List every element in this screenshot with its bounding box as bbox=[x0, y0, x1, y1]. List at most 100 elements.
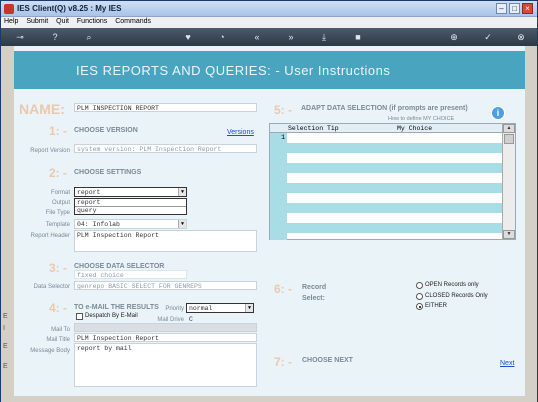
maximize-button[interactable]: □ bbox=[509, 3, 520, 14]
template-value: 04: Infolab bbox=[77, 221, 120, 228]
main-content: IES REPORTS AND QUERIES: - User Instruct… bbox=[14, 46, 525, 396]
table-row[interactable] bbox=[287, 163, 503, 173]
status-bar bbox=[1, 396, 537, 402]
closed-records-label: CLOSED Records Only bbox=[425, 293, 488, 299]
section4-number: 4: - bbox=[49, 301, 67, 315]
name-label: NAME: bbox=[19, 101, 65, 117]
row-number: 1 bbox=[281, 134, 285, 141]
versions-link[interactable]: Versions bbox=[227, 129, 254, 136]
table-row[interactable] bbox=[287, 203, 503, 213]
stop-icon[interactable]: ■ bbox=[352, 31, 364, 43]
next-link[interactable]: Next bbox=[500, 360, 514, 367]
despatch-checkbox[interactable] bbox=[76, 313, 83, 320]
side-letters: E I E E bbox=[3, 313, 8, 370]
despatch-label: Despatch By E-Mail bbox=[85, 313, 138, 319]
key-icon[interactable]: ⊸ bbox=[11, 31, 29, 43]
scroll-thumb[interactable] bbox=[504, 134, 514, 144]
report-header-label: Report Header bbox=[30, 233, 70, 239]
output-label: Output bbox=[51, 200, 70, 206]
section6-number: 6: - bbox=[274, 282, 292, 296]
table-row[interactable] bbox=[287, 173, 503, 183]
info-icon[interactable]: i bbox=[491, 106, 505, 120]
chevron-down-icon[interactable]: ▼ bbox=[178, 188, 186, 196]
menu-help[interactable]: Help bbox=[1, 17, 21, 25]
table-row[interactable] bbox=[287, 133, 503, 143]
section2-number: 2: - bbox=[49, 166, 67, 180]
grid-scrollbar[interactable]: ▲ ▼ bbox=[502, 124, 515, 239]
row-header-column: 1 bbox=[270, 133, 287, 240]
search-icon[interactable]: ⌕ bbox=[83, 31, 95, 43]
format-value: report bbox=[77, 189, 101, 196]
menu-quit[interactable]: Quit bbox=[53, 17, 72, 25]
table-row[interactable] bbox=[287, 193, 503, 203]
minimize-button[interactable]: – bbox=[496, 3, 507, 14]
either-label: EITHER bbox=[425, 303, 448, 309]
menu-commands[interactable]: Commands bbox=[112, 17, 154, 25]
right-margin bbox=[525, 46, 537, 396]
report-version-label: Report Version bbox=[30, 148, 70, 154]
how-to-define-link[interactable]: How to define MY CHOICE bbox=[388, 116, 454, 122]
record-label: Record bbox=[302, 284, 327, 291]
app-window: IES Client(Q) v8.25 : My IES – □ × Help … bbox=[0, 0, 538, 402]
page-banner: IES REPORTS AND QUERIES: - User Instruct… bbox=[14, 51, 525, 89]
chevron-down-icon[interactable]: ▼ bbox=[178, 220, 186, 228]
message-body-field[interactable]: report by mail bbox=[74, 343, 257, 387]
check-icon[interactable]: ✓ bbox=[482, 31, 494, 43]
table-row[interactable] bbox=[287, 153, 503, 163]
scroll-down-icon[interactable]: ▼ bbox=[503, 230, 515, 239]
report-header-field[interactable]: PLM Inspection Report bbox=[74, 230, 257, 252]
format-dropdown-list: report query bbox=[74, 198, 187, 215]
table-row[interactable] bbox=[287, 223, 503, 233]
table-row[interactable] bbox=[287, 143, 503, 153]
close-icon[interactable]: ⊗ bbox=[515, 31, 527, 43]
window-close-button[interactable]: × bbox=[522, 3, 533, 14]
rewind-icon[interactable]: « bbox=[251, 31, 263, 43]
history-icon[interactable]: ◔ bbox=[216, 31, 228, 43]
template-select[interactable]: 04: Infolab ▼ bbox=[74, 219, 187, 229]
name-field[interactable]: PLM INSPECTION REPORT bbox=[74, 103, 257, 112]
format-option-query[interactable]: query bbox=[75, 207, 186, 215]
section1-title: CHOOSE VERSION bbox=[74, 127, 138, 134]
format-option-report[interactable]: report bbox=[75, 199, 186, 207]
forward-icon[interactable]: » bbox=[285, 31, 297, 43]
template-label: Template bbox=[45, 222, 70, 228]
section7-title: CHOOSE NEXT bbox=[302, 357, 353, 364]
menu-submit[interactable]: Submit bbox=[23, 17, 51, 25]
radio-open-records[interactable] bbox=[416, 282, 423, 289]
table-row[interactable] bbox=[287, 213, 503, 223]
priority-select[interactable]: normal ▼ bbox=[186, 303, 254, 313]
priority-value: normal bbox=[189, 305, 213, 312]
report-version-field[interactable]: system version: PLM Inspection Report bbox=[74, 144, 257, 153]
download-icon[interactable]: ⤓ bbox=[318, 31, 330, 43]
window-title: IES Client(Q) v8.25 : My IES bbox=[17, 4, 122, 13]
app-logo-icon bbox=[4, 4, 14, 14]
mail-to-label: Mail To bbox=[51, 327, 70, 333]
mail-drive-value: C bbox=[189, 316, 193, 323]
table-row[interactable] bbox=[287, 183, 503, 193]
heart-icon[interactable]: ♥ bbox=[182, 31, 194, 43]
chevron-down-icon[interactable]: ▼ bbox=[245, 304, 253, 312]
menu-functions[interactable]: Functions bbox=[74, 17, 110, 25]
section7-number: 7: - bbox=[274, 355, 292, 369]
radio-closed-records[interactable] bbox=[416, 293, 423, 300]
mail-title-field[interactable]: PLM Inspection Report bbox=[74, 333, 257, 342]
radio-either[interactable] bbox=[416, 303, 423, 310]
data-selector-field[interactable]: genrepo BASIC SELECT FOR GENREPS bbox=[74, 281, 257, 290]
file-type-label: File Type bbox=[45, 210, 70, 216]
col-selection-tip: Selection Tip bbox=[288, 125, 339, 132]
mail-title-label: Mail Title bbox=[46, 337, 70, 343]
section1-number: 1: - bbox=[49, 124, 67, 138]
selection-grid: Selection Tip My Choice 1 ▲ ▼ bbox=[269, 123, 516, 240]
section5-number: 5: - bbox=[274, 103, 292, 117]
format-label: Format bbox=[50, 190, 70, 196]
scroll-up-icon[interactable]: ▲ bbox=[503, 124, 515, 133]
priority-label: Priority bbox=[165, 306, 184, 312]
add-icon[interactable]: ⊕ bbox=[448, 31, 460, 43]
mail-to-field[interactable] bbox=[74, 323, 257, 332]
grid-header: Selection Tip My Choice bbox=[270, 124, 503, 133]
toolbar: ⊸ ? ⌕ ♥ ◔ « » ⤓ ■ ⊕ ✓ ⊗ bbox=[1, 28, 537, 46]
help-icon[interactable]: ? bbox=[49, 31, 61, 43]
section4-title: TO e-MAIL THE RESULTS bbox=[74, 304, 159, 311]
format-select[interactable]: report ▼ bbox=[74, 187, 187, 197]
menu-bar: Help Submit Quit Functions Commands bbox=[1, 17, 537, 28]
